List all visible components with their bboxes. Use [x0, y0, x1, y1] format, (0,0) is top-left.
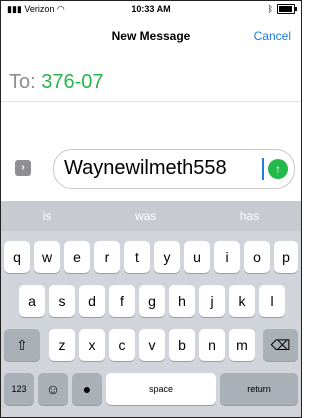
key-b[interactable]: b: [169, 329, 195, 361]
suggestion-2[interactable]: was: [135, 209, 156, 223]
suggestion-1[interactable]: is: [43, 209, 52, 223]
nav-bar: New Message Cancel: [1, 19, 301, 51]
suggestion-bar: is was has: [1, 201, 301, 231]
key-row-4: 123 ☺ ● space return: [1, 373, 301, 405]
key-m[interactable]: m: [229, 329, 255, 361]
key-l[interactable]: l: [259, 285, 285, 317]
key-x[interactable]: x: [79, 329, 105, 361]
key-q[interactable]: q: [4, 241, 30, 273]
key-y[interactable]: y: [154, 241, 180, 273]
status-right: ᛒ: [267, 4, 297, 14]
compose-bar: › Waynewilmeth558 ↑: [9, 149, 295, 189]
key-r[interactable]: r: [94, 241, 120, 273]
return-key[interactable]: return: [220, 373, 298, 405]
key-f[interactable]: f: [109, 285, 135, 317]
key-w[interactable]: w: [34, 241, 60, 273]
numbers-key[interactable]: 123: [4, 373, 34, 405]
status-time: 10:33 AM: [131, 4, 171, 14]
space-key[interactable]: space: [106, 373, 216, 405]
key-j[interactable]: j: [199, 285, 225, 317]
key-k[interactable]: k: [229, 285, 255, 317]
text-caret: [262, 158, 264, 180]
phone-screen: ▮▮▮ Verizon ◠ 10:33 AM ᛒ New Message Can…: [0, 0, 302, 418]
emoji-icon[interactable]: ☺: [38, 373, 68, 405]
to-field[interactable]: To: 376-07: [9, 71, 104, 94]
key-z[interactable]: z: [49, 329, 75, 361]
bluetooth-icon: ᛒ: [267, 4, 273, 14]
key-p[interactable]: p: [274, 241, 298, 273]
message-input[interactable]: Waynewilmeth558 ↑: [53, 149, 295, 189]
key-c[interactable]: c: [109, 329, 135, 361]
key-t[interactable]: t: [124, 241, 150, 273]
expand-icon[interactable]: ›: [15, 160, 31, 176]
backspace-icon[interactable]: ⌫: [263, 329, 298, 361]
battery-icon: [277, 4, 297, 14]
key-h[interactable]: h: [169, 285, 195, 317]
key-row-1: q w e r t y u i o p: [1, 241, 301, 273]
keyboard: is was has q w e r t y u i o p a s d f g…: [1, 201, 301, 417]
suggestion-3[interactable]: has: [240, 209, 259, 223]
key-u[interactable]: u: [184, 241, 210, 273]
key-g[interactable]: g: [139, 285, 165, 317]
send-icon[interactable]: ↑: [268, 159, 288, 179]
key-v[interactable]: v: [139, 329, 165, 361]
message-text: Waynewilmeth558: [64, 157, 227, 179]
status-bar: ▮▮▮ Verizon ◠ 10:33 AM ᛒ: [1, 1, 301, 19]
divider: [1, 101, 301, 102]
recipient-chip[interactable]: 376-07: [41, 71, 103, 93]
to-label: To:: [9, 71, 36, 93]
key-row-3: ⇧ z x c v b n m ⌫: [1, 329, 301, 361]
key-a[interactable]: a: [19, 285, 45, 317]
key-i[interactable]: i: [214, 241, 240, 273]
key-e[interactable]: e: [64, 241, 90, 273]
key-s[interactable]: s: [49, 285, 75, 317]
key-o[interactable]: o: [244, 241, 270, 273]
cancel-button[interactable]: Cancel: [254, 29, 291, 43]
key-d[interactable]: d: [79, 285, 105, 317]
key-n[interactable]: n: [199, 329, 225, 361]
shift-icon[interactable]: ⇧: [4, 329, 40, 361]
mic-icon[interactable]: ●: [72, 373, 102, 405]
key-row-2: a s d f g h j k l: [1, 285, 301, 317]
